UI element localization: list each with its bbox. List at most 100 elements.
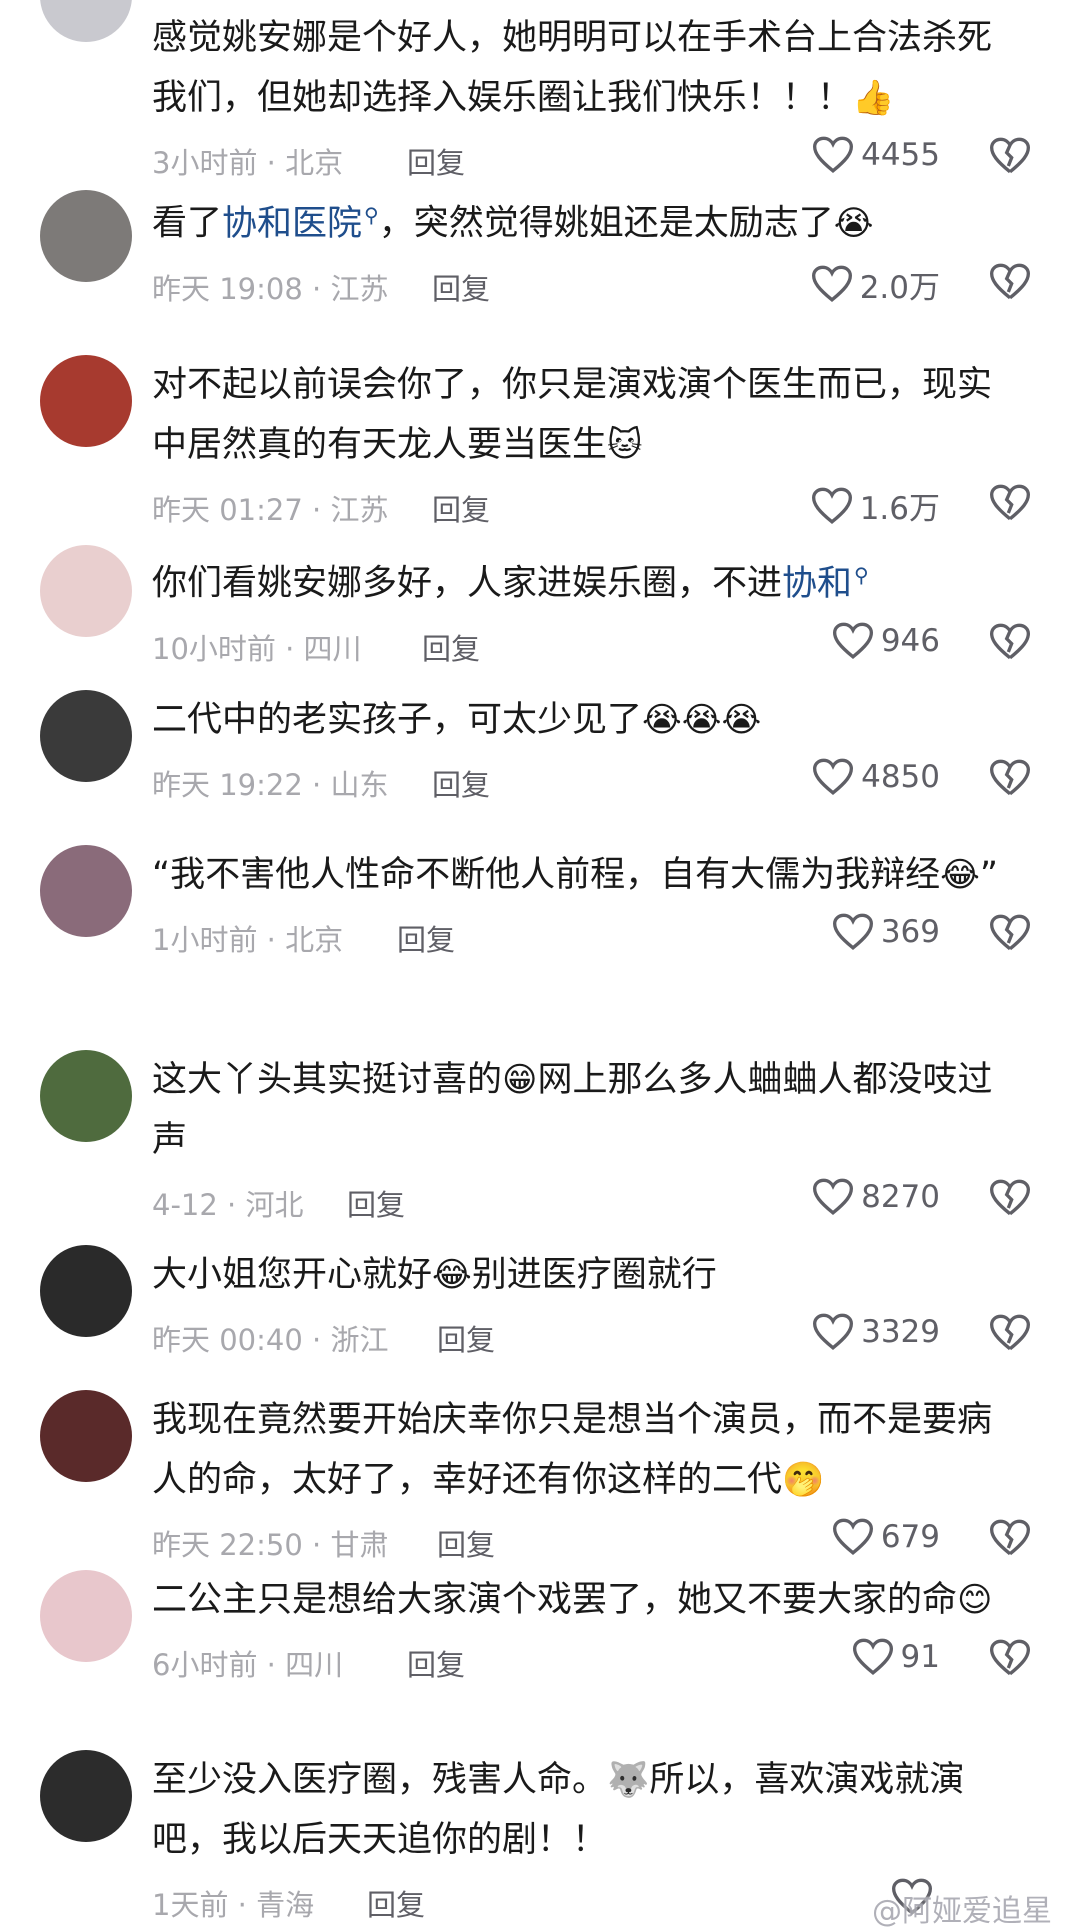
avatar[interactable] — [40, 1245, 132, 1337]
like-count: 369 — [880, 914, 940, 950]
heart-icon — [832, 913, 873, 950]
broken-heart-icon[interactable] — [990, 136, 1030, 176]
comment-time-location: 昨天 19:08 · 江苏 — [152, 271, 389, 306]
crying-emoji: 😭😭😭 — [642, 700, 762, 740]
comment-time-location: 1天前 · 青海 — [152, 1888, 315, 1922]
search-keyword-link[interactable]: 协和医院 ⚲ — [222, 203, 379, 244]
broken-heart-icon[interactable] — [990, 913, 1030, 953]
broken-heart-icon[interactable] — [990, 1178, 1030, 1218]
comment-text: 感觉姚安娜是个好人，她明明可以在手术台上合法杀死我们，但她却选择入娱乐圈让我们快… — [152, 18, 993, 118]
reply-button[interactable]: 回复 — [397, 917, 455, 959]
like-count: 679 — [880, 1519, 940, 1555]
like-count: 2.0万 — [859, 269, 940, 306]
avatar[interactable] — [40, 1390, 132, 1482]
like-count: 91 — [900, 1639, 940, 1675]
like-button[interactable]: 2.0万 — [811, 262, 940, 307]
avatar[interactable] — [40, 1750, 132, 1842]
comment-text: 至少没入医疗圈，残害人命。🐺所以，喜欢演戏就演吧，我以后天天追你的剧！！ — [152, 1760, 965, 1860]
thumbs-up-emoji: 👍 — [852, 78, 895, 118]
comment-text: 看了协和医院 ⚲，突然觉得姚姐还是太励志了😭 — [152, 203, 874, 244]
like-button[interactable]: 679 — [832, 1518, 940, 1556]
heart-icon — [813, 1178, 854, 1215]
like-count: 8270 — [861, 1179, 940, 1215]
reply-button[interactable]: 回复 — [432, 266, 490, 308]
avatar[interactable] — [40, 545, 132, 637]
avatar[interactable] — [40, 355, 132, 447]
comment-time-location: 昨天 00:40 · 浙江 — [152, 1323, 389, 1357]
like-button[interactable]: 4850 — [813, 758, 940, 796]
search-icon: ⚲ — [364, 203, 379, 227]
like-button[interactable]: 946 — [832, 622, 940, 660]
avatar[interactable] — [40, 1050, 132, 1142]
comment-time-location: 4-12 · 河北 — [152, 1188, 304, 1222]
heart-icon — [813, 758, 854, 795]
laughing-crying-emoji: 😂 — [432, 1255, 472, 1295]
broken-heart-icon[interactable] — [990, 1313, 1030, 1353]
comment-time-location: 昨天 01:27 · 江苏 — [152, 493, 389, 527]
reply-button[interactable]: 回复 — [367, 1882, 425, 1924]
broken-heart-icon[interactable] — [990, 1518, 1030, 1558]
heart-icon — [832, 1518, 873, 1555]
comment-text: 二代中的老实孩子，可太少见了😭😭😭 — [152, 700, 762, 740]
avatar[interactable] — [40, 1570, 132, 1662]
heart-icon — [832, 622, 873, 659]
avatar[interactable] — [40, 190, 132, 282]
avatar[interactable] — [40, 0, 132, 42]
reply-button[interactable]: 回复 — [437, 1522, 495, 1564]
comment-time-location: 昨天 19:22 · 山东 — [152, 768, 389, 802]
broken-heart-icon[interactable] — [990, 1638, 1030, 1678]
crying-emoji: 😭 — [833, 203, 874, 244]
facepalm-emoji: 🤭 — [782, 1460, 825, 1500]
heart-icon — [852, 1638, 893, 1675]
cat-emoji: 🐱 — [607, 425, 643, 465]
search-keyword-link[interactable]: 协和 ⚲ — [782, 563, 869, 604]
comment-text: 你们看姚安娜多好，人家进娱乐圈，不进协和 ⚲ — [152, 563, 869, 604]
reply-button[interactable]: 回复 — [432, 487, 490, 529]
comment-text: 大小姐您开心就好😂别进医疗圈就行 — [152, 1255, 717, 1295]
like-button[interactable]: 369 — [832, 913, 940, 951]
comment-time-location: 昨天 22:50 · 甘肃 — [152, 1528, 389, 1562]
search-icon: ⚲ — [854, 563, 869, 587]
wolf-emoji: 🐺 — [607, 1760, 650, 1800]
reply-button[interactable]: 回复 — [347, 1182, 405, 1224]
broken-heart-icon[interactable] — [990, 483, 1030, 523]
avatar[interactable] — [40, 690, 132, 782]
comment-text: 我现在竟然要开始庆幸你只是想当个演员，而不是要病人的命，太好了，幸好还有你这样的… — [152, 1400, 993, 1500]
like-button[interactable]: 4455 — [813, 136, 940, 174]
smiling-emoji: 😊 — [957, 1580, 993, 1620]
like-count: 3329 — [861, 1314, 940, 1350]
like-button[interactable]: 3329 — [813, 1313, 940, 1351]
comment-time-location: 10小时前 · 四川 — [152, 631, 362, 666]
heart-icon — [813, 1313, 854, 1350]
reply-button[interactable]: 回复 — [437, 1317, 495, 1359]
reply-button[interactable]: 回复 — [432, 762, 490, 804]
like-count: 1.6万 — [859, 491, 940, 527]
reply-button[interactable]: 回复 — [407, 1642, 465, 1684]
comment-text: 对不起以前误会你了，你只是演戏演个医生而已，现实中居然真的有天龙人要当医生🐱 — [152, 365, 993, 465]
like-count: 946 — [880, 622, 940, 659]
like-button[interactable]: 1.6万 — [811, 483, 940, 528]
comment-time-location: 3小时前 · 北京 — [152, 146, 344, 180]
heart-icon — [813, 136, 854, 173]
broken-heart-icon[interactable] — [990, 262, 1030, 302]
comment-time-location: 1小时前 · 北京 — [152, 923, 344, 957]
comment-text: “我不害他人性命不断他人前程，自有大儒为我辩经😂” — [152, 855, 999, 895]
laughing-crying-emoji: 😂 — [940, 855, 980, 895]
comment-text: 二公主只是想给大家演个戏罢了，她又不要大家的命😊 — [152, 1580, 993, 1620]
heart-icon — [811, 265, 852, 303]
reply-button[interactable]: 回复 — [407, 140, 465, 182]
like-count: 4850 — [861, 759, 940, 795]
avatar[interactable] — [40, 845, 132, 937]
watermark: @阿娅爱追星 — [872, 1894, 1052, 1929]
broken-heart-icon[interactable] — [990, 758, 1030, 798]
grinning-emoji: 😁 — [502, 1060, 538, 1100]
broken-heart-icon[interactable] — [990, 622, 1030, 662]
comment-time-location: 6小时前 · 四川 — [152, 1648, 344, 1682]
comment-text: 这大丫头其实挺讨喜的😁网上那么多人蛐蛐人都没吱过声 — [152, 1060, 993, 1160]
reply-button[interactable]: 回复 — [422, 626, 480, 668]
like-count: 4455 — [861, 137, 940, 173]
like-button[interactable]: 8270 — [813, 1178, 940, 1216]
comment-feed: 感觉姚安娜是个好人，她明明可以在手术台上合法杀死我们，但她却选择入娱乐圈让我们快… — [0, 0, 1080, 1930]
heart-icon — [811, 487, 852, 524]
like-button[interactable]: 91 — [852, 1638, 940, 1676]
